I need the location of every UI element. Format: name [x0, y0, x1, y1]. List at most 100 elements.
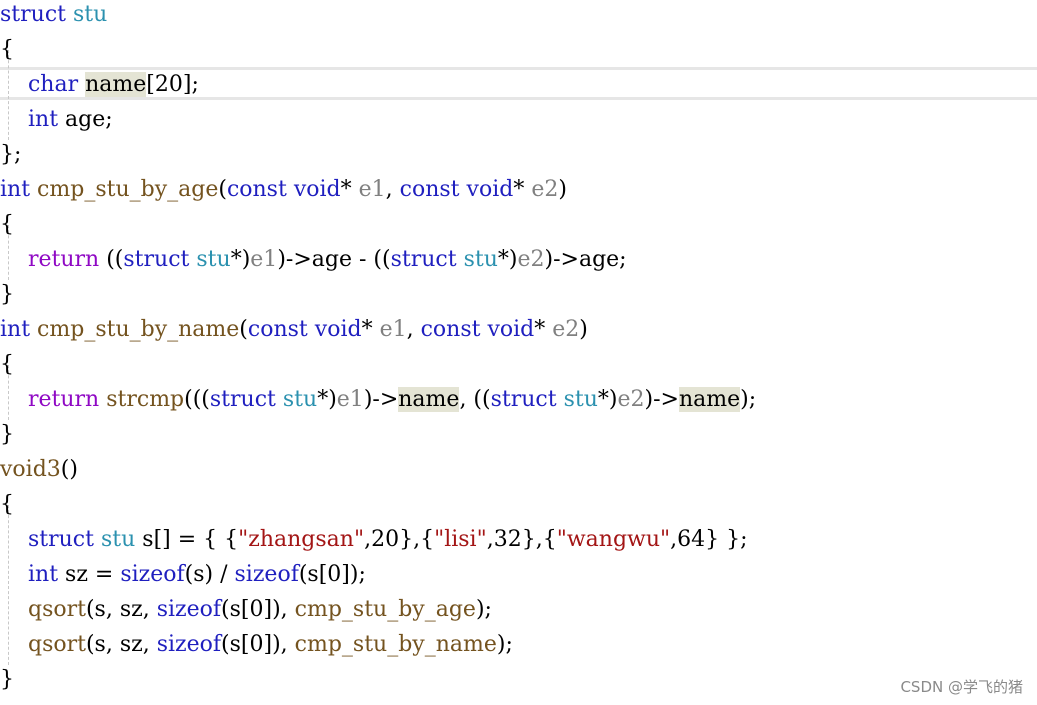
- code-token: struct: [209, 387, 276, 412]
- code-line[interactable]: return strcmp(((struct stu*)e1)->name, (…: [0, 382, 756, 417]
- code-line[interactable]: {: [0, 487, 14, 522]
- code-token: const: [226, 177, 287, 202]
- code-line[interactable]: }: [0, 417, 14, 452]
- code-token: , ((: [459, 387, 491, 412]
- code-token: }: [0, 282, 14, 307]
- code-token: e1: [379, 317, 407, 342]
- code-token: sizeof: [156, 632, 222, 657]
- code-token: *: [361, 317, 380, 342]
- code-token: int: [27, 107, 59, 132]
- code-token: sz =: [58, 562, 121, 587]
- code-token: name: [85, 72, 147, 97]
- code-token: e2: [617, 387, 645, 412]
- code-token: *: [534, 317, 553, 342]
- code-token: }: [0, 667, 14, 692]
- code-line[interactable]: struct stu s[] = { {"zhangsan",20},{"lis…: [0, 522, 748, 557]
- code-token: void3: [0, 457, 61, 482]
- code-token: stu: [282, 387, 318, 412]
- code-token: {: [0, 352, 14, 377]
- code-token: stu: [100, 527, 136, 552]
- code-token: (s) /: [184, 562, 235, 587]
- code-token: (): [60, 457, 78, 482]
- code-token: struct: [123, 247, 190, 272]
- code-token: int: [27, 562, 59, 587]
- code-token: name: [398, 387, 460, 412]
- code-token: cmp_stu_by_age: [294, 597, 476, 622]
- code-token: e1: [250, 247, 278, 272]
- code-line[interactable]: }: [0, 662, 14, 697]
- code-token: sizeof: [156, 597, 222, 622]
- code-token: ,64} };: [670, 527, 748, 552]
- code-line[interactable]: {: [0, 207, 14, 242]
- code-line[interactable]: int age;: [0, 102, 113, 137]
- code-token: struct: [390, 247, 457, 272]
- code-line[interactable]: };: [0, 137, 21, 172]
- code-token: );: [496, 632, 513, 657]
- code-token: (: [218, 177, 227, 202]
- code-token: strcmp: [106, 387, 185, 412]
- code-token: return: [27, 387, 100, 412]
- code-token: );: [475, 597, 492, 622]
- code-line[interactable]: }: [0, 277, 14, 312]
- code-token: ,20},{: [364, 527, 435, 552]
- code-token: s[] = { {: [135, 527, 239, 552]
- code-token: (: [239, 317, 248, 342]
- code-token: sizeof: [234, 562, 299, 587]
- code-token: const: [420, 317, 481, 342]
- code-token: int: [0, 177, 31, 202]
- code-token: e1: [358, 177, 386, 202]
- code-line[interactable]: int cmp_stu_by_name(const void* e1, cons…: [0, 312, 588, 347]
- code-line[interactable]: qsort(s, sz, sizeof(s[0]), cmp_stu_by_na…: [0, 627, 513, 662]
- code-token: const: [247, 317, 308, 342]
- code-line[interactable]: {: [0, 32, 14, 67]
- code-token: ((: [99, 247, 124, 272]
- code-token: stu: [563, 387, 598, 412]
- code-line[interactable]: char name[20];: [0, 67, 199, 102]
- code-token: ): [558, 177, 567, 202]
- code-token: )->age;: [544, 247, 627, 272]
- code-token: ): [579, 317, 588, 342]
- code-token: void: [487, 317, 535, 342]
- code-token: *): [230, 247, 251, 272]
- code-token: struct: [490, 387, 557, 412]
- csdn-watermark: CSDN @学飞的猪: [900, 678, 1023, 696]
- code-token: e1: [336, 387, 364, 412]
- code-token: {: [0, 492, 14, 517]
- code-token: *: [513, 177, 532, 202]
- code-token: stu: [72, 2, 108, 27]
- code-token: return: [27, 247, 100, 272]
- code-token: char: [27, 72, 79, 97]
- code-token: [20];: [146, 72, 199, 97]
- code-line[interactable]: struct stu: [0, 0, 107, 32]
- code-line[interactable]: return ((struct stu*)e1)->age - ((struct…: [0, 242, 627, 277]
- code-line[interactable]: {: [0, 347, 14, 382]
- code-token: (s[0]),: [221, 597, 295, 622]
- code-token: (s[0]),: [221, 632, 295, 657]
- code-line[interactable]: int sz = sizeof(s) / sizeof(s[0]);: [0, 557, 366, 592]
- code-token: };: [0, 142, 22, 167]
- code-token: e2: [552, 317, 580, 342]
- code-token: *): [317, 387, 337, 412]
- code-token: {: [0, 37, 14, 62]
- code-token: (s[0]);: [298, 562, 366, 587]
- code-token: int: [0, 317, 31, 342]
- code-line[interactable]: int cmp_stu_by_age(const void* e1, const…: [0, 172, 567, 207]
- code-token: (s, sz,: [85, 632, 157, 657]
- code-token: (((: [184, 387, 210, 412]
- code-token: ,32},{: [486, 527, 557, 552]
- code-line[interactable]: qsort(s, sz, sizeof(s[0]), cmp_stu_by_ag…: [0, 592, 492, 627]
- code-line[interactable]: void3(): [0, 452, 78, 487]
- code-editor[interactable]: struct stu{ char name[20]; int age;}; int…: [0, 0, 1037, 705]
